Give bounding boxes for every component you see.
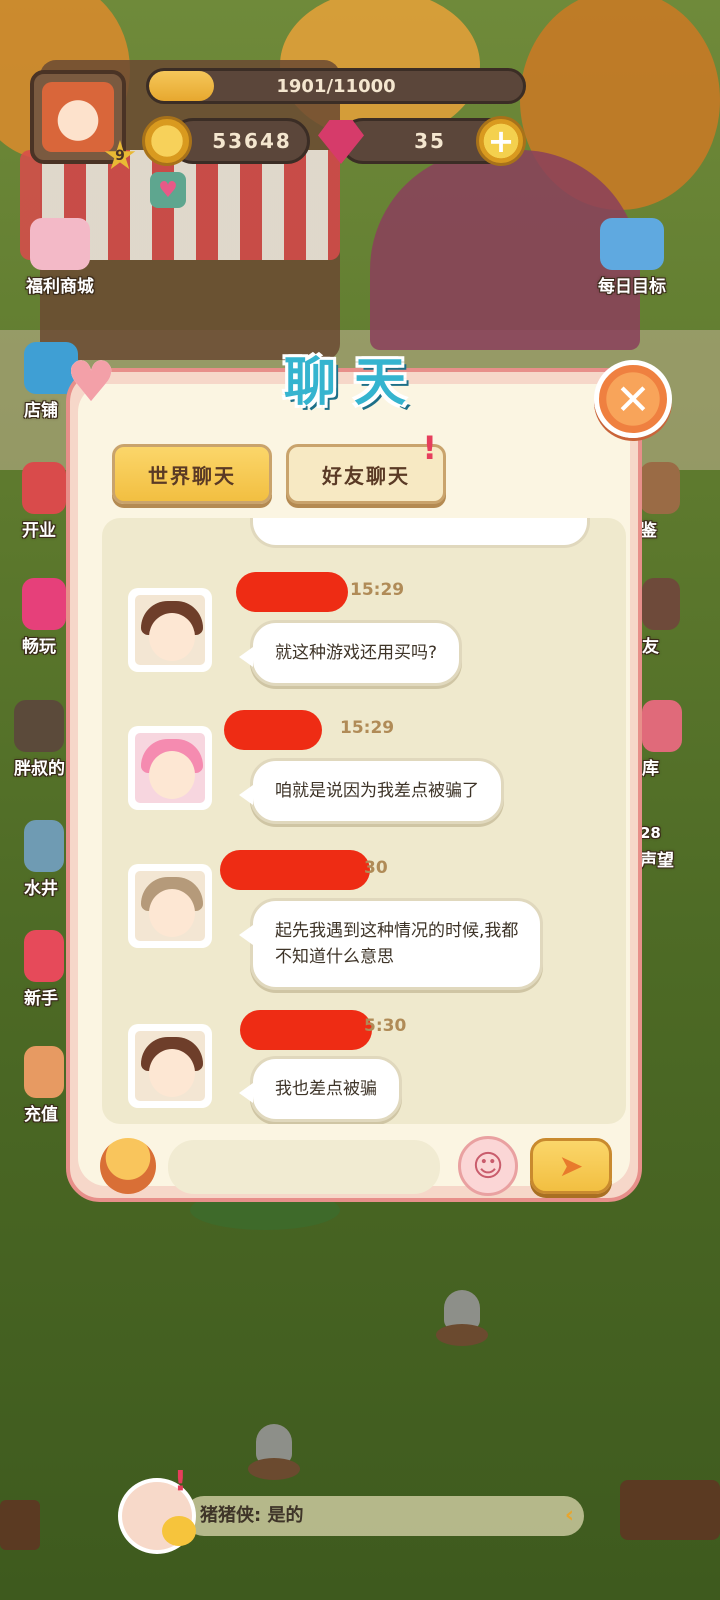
- tab-friend-chat[interactable]: 好友聊天 !: [286, 429, 446, 504]
- tab-label: 世界聊天: [148, 463, 236, 488]
- side-menu-label: 鉴: [640, 521, 657, 541]
- side-menu-daily-goals[interactable]: 每日目标: [598, 218, 666, 297]
- side-menu-handbook[interactable]: 鉴: [640, 462, 680, 541]
- side-menu-welfare-shop[interactable]: 福利商城: [26, 218, 94, 297]
- side-menu-recharge[interactable]: 充值: [24, 1046, 64, 1125]
- heart-icon[interactable]: ♥: [150, 172, 186, 208]
- gift-icon: [22, 462, 66, 514]
- avatar-portrait: [42, 82, 114, 152]
- side-menu-play[interactable]: 畅玩: [22, 578, 66, 657]
- side-menu-friends[interactable]: 友: [642, 578, 680, 657]
- chat-face-icon: [162, 1516, 196, 1546]
- chat-message-list[interactable]: 15:29 就这种游戏还用买吗? 15:29 咱就是说因为我差点被骗了 30 起: [102, 518, 626, 1124]
- side-menu-label: 胖叔的: [14, 759, 65, 779]
- message-bubble: 就这种游戏还用买吗?: [238, 620, 463, 686]
- side-menu-label: 开业: [22, 521, 56, 541]
- chat-modal-panel: 世界聊天 好友聊天 ! 15:29 就这种游戏还用买吗? 15:29 咱就是说因…: [78, 384, 630, 1196]
- redacted-username: [220, 850, 370, 890]
- chat-ticker[interactable]: 猪猪侠: 是的 ‹ !: [118, 1464, 588, 1556]
- xp-progress-bar: 1901/11000: [146, 68, 526, 104]
- xp-text: 1901/11000: [276, 75, 396, 97]
- chat-message: 5:30 我也差点被骗: [102, 1010, 626, 1124]
- coin-value: 53648: [212, 129, 292, 153]
- sender-avatar[interactable]: [128, 1024, 212, 1108]
- side-menu-well[interactable]: 水井: [24, 820, 64, 899]
- message-bubble: 咱就是说因为我差点被骗了: [239, 758, 504, 824]
- side-menu-label: 店铺: [24, 401, 58, 421]
- chat-message-input[interactable]: [168, 1140, 440, 1194]
- send-button[interactable]: ➤: [530, 1138, 612, 1194]
- message-time: 15:29: [340, 718, 395, 738]
- tab-world-chat[interactable]: 世界聊天: [112, 444, 272, 504]
- close-icon: ✕: [615, 374, 651, 424]
- gift-box-icon: [22, 578, 66, 630]
- message-time: 15:29: [350, 580, 405, 600]
- side-menu-label: 声望: [640, 851, 674, 871]
- player-avatar[interactable]: [30, 70, 126, 164]
- message-bubble: 起先我遇到这种情况的时候,我都 不知道什么意思: [238, 898, 544, 990]
- chest-icon: [24, 930, 64, 982]
- message-time: 5:30: [364, 1016, 407, 1036]
- side-menu-uncle[interactable]: 胖叔的: [14, 700, 65, 779]
- recharge-icon: [24, 1046, 64, 1098]
- ticker-bar[interactable]: 猪猪侠: 是的 ‹: [184, 1496, 584, 1536]
- mole-critter[interactable]: [248, 1424, 300, 1480]
- chat-modal-title: 聊天: [283, 353, 424, 413]
- message-time: 30: [364, 858, 388, 878]
- sender-avatar[interactable]: [128, 726, 212, 810]
- redacted-username: [236, 572, 348, 612]
- side-menu-opening[interactable]: 开业: [22, 462, 66, 541]
- side-menu-warehouse[interactable]: 库: [642, 700, 682, 779]
- well-icon: [24, 820, 64, 872]
- side-menu-label: 充值: [24, 1105, 58, 1125]
- side-menu-newbie[interactable]: 新手: [24, 930, 64, 1009]
- coin-icon: [142, 116, 192, 166]
- book-icon: [640, 462, 680, 514]
- chat-bubble-partial: [250, 518, 590, 548]
- redacted-username: [224, 710, 322, 750]
- sender-avatar[interactable]: [128, 588, 212, 672]
- fence-left: [0, 1500, 40, 1550]
- side-menu-label: 畅玩: [22, 637, 56, 657]
- emoji-button[interactable]: ☺: [458, 1136, 518, 1196]
- close-button[interactable]: ✕: [594, 360, 672, 438]
- fence: [620, 1480, 720, 1540]
- add-gems-button[interactable]: +: [476, 116, 526, 166]
- notification-alert-icon: !: [422, 429, 439, 467]
- character-icon: [14, 700, 64, 752]
- paper-plane-icon: ➤: [558, 1148, 584, 1184]
- reputation-count: 28: [640, 824, 661, 842]
- redacted-username: [240, 1010, 372, 1050]
- warehouse-icon: [642, 700, 682, 752]
- side-menu-label: 友: [642, 637, 659, 657]
- chat-input-bar: ☺ ➤: [78, 1132, 630, 1200]
- mole-critter[interactable]: [436, 1290, 488, 1346]
- sender-avatar[interactable]: [128, 864, 212, 948]
- side-menu-label: 福利商城: [26, 277, 94, 297]
- side-menu-label: 新手: [24, 989, 58, 1009]
- smiley-icon: ☺: [472, 1148, 504, 1184]
- calendar-icon: [600, 218, 664, 270]
- gem-value: 35: [414, 129, 446, 153]
- chat-message: 15:29 就这种游戏还用买吗?: [102, 572, 626, 692]
- chat-modal: 世界聊天 好友聊天 ! 15:29 就这种游戏还用买吗? 15:29 咱就是说因…: [66, 353, 672, 1202]
- notification-alert-icon: !: [174, 1464, 187, 1497]
- side-menu-label: 水井: [24, 879, 58, 899]
- chat-message: 30 起先我遇到这种情况的时候,我都 不知道什么意思: [102, 850, 626, 1000]
- tab-label: 好友聊天: [322, 463, 410, 488]
- plus-icon: +: [487, 122, 515, 160]
- friend-icon: [642, 578, 680, 630]
- chevron-left-icon[interactable]: ‹: [565, 1496, 574, 1536]
- shop-icon: [30, 218, 90, 270]
- message-bubble: 我也差点被骗: [239, 1056, 402, 1122]
- side-menu-reputation[interactable]: 28 声望: [640, 822, 674, 871]
- ticker-message: 猪猪侠: 是的: [200, 1505, 304, 1526]
- side-menu-label: 库: [642, 759, 659, 779]
- side-menu-label: 每日目标: [598, 277, 666, 297]
- chat-message: 15:29 咱就是说因为我差点被骗了: [102, 710, 626, 830]
- cupcake-icon[interactable]: [100, 1138, 156, 1194]
